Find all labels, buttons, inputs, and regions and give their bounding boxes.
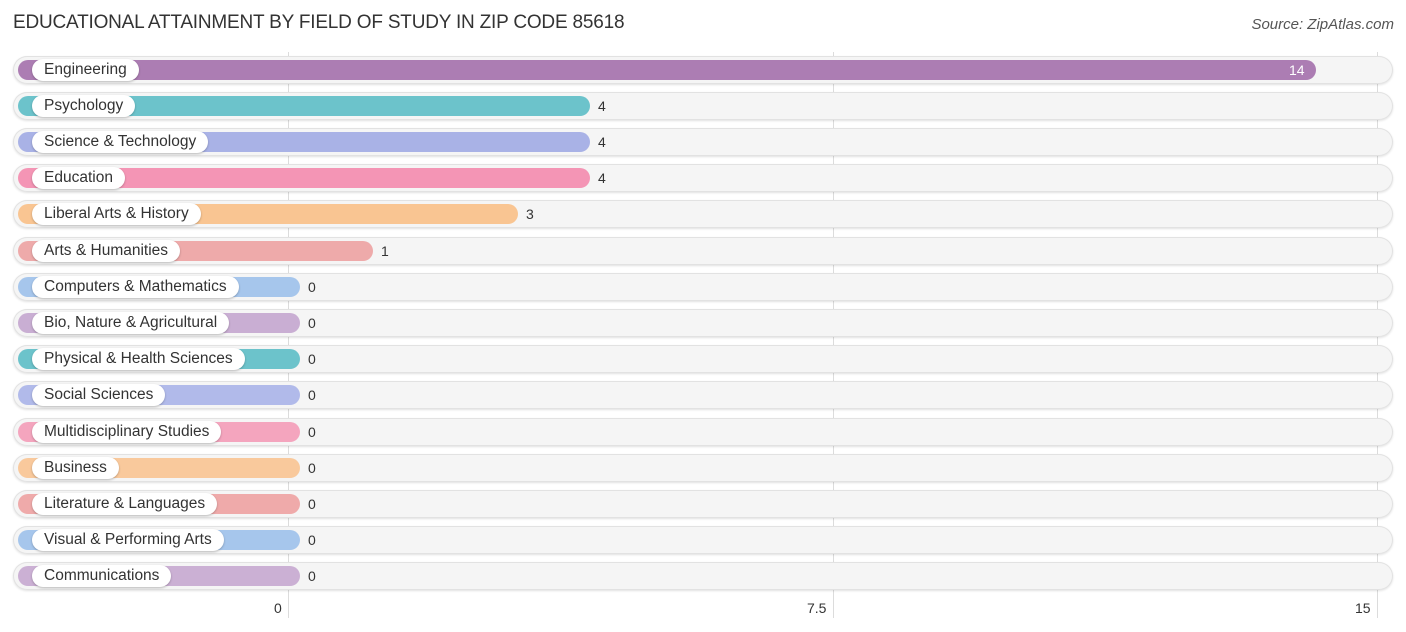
value-label: 0: [308, 279, 316, 295]
value-label: 0: [308, 568, 316, 584]
x-tick-label: 15: [1355, 600, 1371, 616]
value-label: 4: [598, 98, 606, 114]
category-label: Liberal Arts & History: [32, 203, 201, 225]
value-label: 4: [598, 170, 606, 186]
category-label: Science & Technology: [32, 131, 209, 153]
category-label: Physical & Health Sciences: [32, 348, 245, 370]
value-label: 0: [308, 315, 316, 331]
value-label: 0: [308, 424, 316, 440]
value-label: 0: [308, 387, 316, 403]
bar-chart: 0 7.5 15 Engineering 14 Psychology 4 Science & …: [0, 0, 1406, 632]
value-label: 1: [381, 243, 389, 259]
category-label: Bio, Nature & Agricultural: [32, 312, 230, 334]
value-label: 0: [308, 496, 316, 512]
value-label: 3: [526, 206, 534, 222]
x-tick-label: 0: [274, 600, 282, 616]
category-label: Social Sciences: [32, 384, 166, 406]
value-label: 0: [308, 460, 316, 476]
category-label: Arts & Humanities: [32, 240, 181, 262]
value-label: 0: [308, 532, 316, 548]
category-label: Engineering: [32, 59, 139, 81]
value-label: 14: [1289, 62, 1305, 78]
category-label: Psychology: [32, 95, 136, 117]
value-label: 4: [598, 134, 606, 150]
x-tick-label: 7.5: [807, 600, 827, 616]
category-label: Education: [32, 167, 125, 189]
category-label: Visual & Performing Arts: [32, 529, 224, 551]
category-label: Computers & Mathematics: [32, 276, 239, 298]
value-label: 0: [308, 351, 316, 367]
category-label: Literature & Languages: [32, 493, 218, 515]
category-label: Multidisciplinary Studies: [32, 421, 222, 443]
category-label: Communications: [32, 565, 172, 587]
category-label: Business: [32, 457, 119, 479]
bar: [18, 60, 1316, 80]
